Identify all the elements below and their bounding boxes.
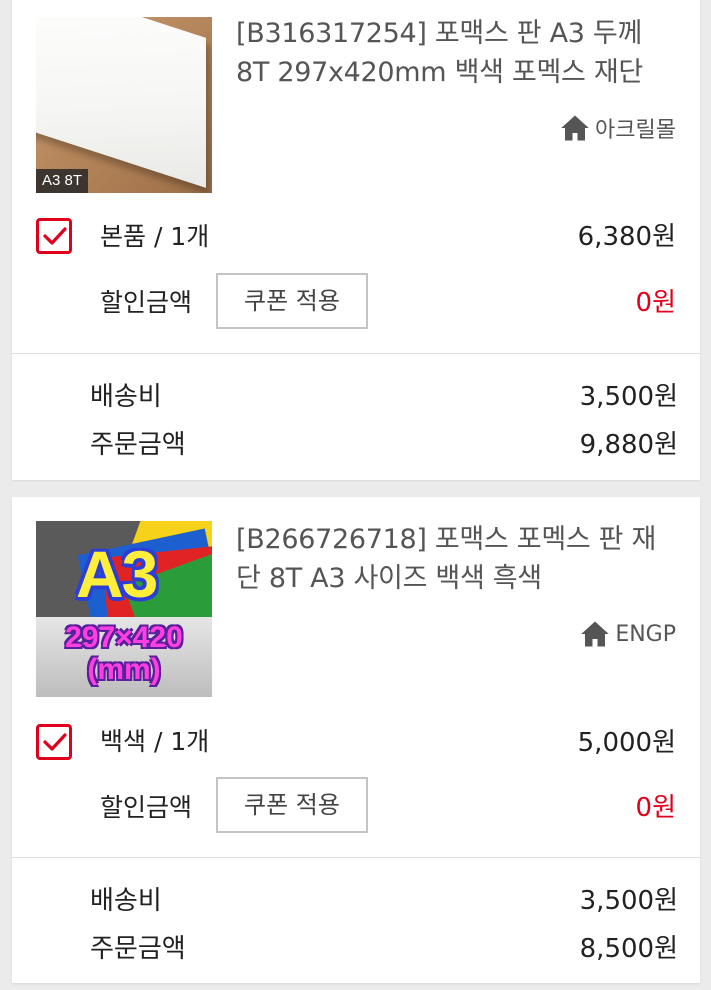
thumbnail-size-text: 297×420 bbox=[65, 621, 183, 654]
divider bbox=[12, 353, 700, 354]
order-total: 9,880원 bbox=[579, 430, 678, 460]
discount-label: 할인금액 bbox=[100, 793, 193, 822]
item-price: 5,000원 bbox=[577, 728, 676, 758]
shipping-fee: 3,500원 bbox=[579, 382, 678, 412]
discount-amount: 0원 bbox=[635, 793, 676, 823]
discount-amount: 0원 bbox=[635, 288, 676, 318]
thumbnail-a3-text: A3 bbox=[76, 537, 158, 611]
shipping-label: 배송비 bbox=[90, 886, 162, 916]
option-text: 백색 / 1개 bbox=[100, 727, 210, 756]
foam-board-image bbox=[36, 17, 206, 188]
product-thumbnail[interactable]: A3 8T bbox=[36, 17, 212, 193]
discount-label: 할인금액 bbox=[100, 288, 193, 317]
seller-link[interactable]: ENGP bbox=[580, 620, 676, 648]
order-total: 8,500원 bbox=[579, 934, 678, 964]
check-icon bbox=[43, 733, 67, 751]
seller-name: ENGP bbox=[615, 621, 676, 647]
item-select-checkbox[interactable] bbox=[36, 218, 72, 254]
seller-name: 아크릴몰 bbox=[595, 118, 676, 143]
item-price: 6,380원 bbox=[577, 222, 676, 252]
product-thumbnail[interactable]: A3 297×420 (mm) bbox=[36, 521, 212, 697]
home-icon bbox=[561, 115, 589, 141]
order-total-label: 주문금액 bbox=[90, 934, 186, 964]
order-total-label: 주문금액 bbox=[90, 430, 186, 460]
shipping-fee: 3,500원 bbox=[579, 886, 678, 916]
apply-coupon-button[interactable]: 쿠폰 적용 bbox=[216, 273, 368, 329]
shipping-label: 배송비 bbox=[90, 382, 162, 412]
cart-item-card: A3 8T [B316317254] 포맥스 판 A3 두께 8T 297x42… bbox=[12, 0, 700, 480]
thumbnail-caption: A3 8T bbox=[36, 169, 89, 193]
home-icon bbox=[581, 621, 610, 647]
product-title[interactable]: [B316317254] 포맥스 판 A3 두께 8T 297x420mm 백색… bbox=[236, 14, 676, 92]
option-text: 본품 / 1개 bbox=[100, 222, 210, 251]
divider bbox=[12, 857, 700, 858]
product-title[interactable]: [B266726718] 포맥스 포멕스 판 재단 8T A3 사이즈 백색 흑… bbox=[236, 520, 676, 598]
seller-link[interactable]: 아크릴몰 bbox=[560, 112, 676, 144]
cart-item-card: A3 297×420 (mm) [B266726718] 포맥스 포멕스 판 재… bbox=[12, 497, 700, 983]
item-select-checkbox[interactable] bbox=[36, 724, 72, 760]
thumbnail-unit-text: (mm) bbox=[87, 653, 161, 686]
apply-coupon-button[interactable]: 쿠폰 적용 bbox=[216, 777, 368, 833]
check-icon bbox=[43, 227, 67, 245]
